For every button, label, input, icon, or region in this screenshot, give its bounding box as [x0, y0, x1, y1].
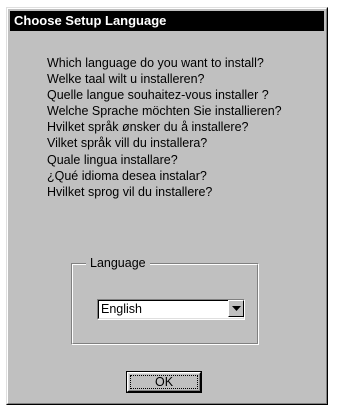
dropdown-button[interactable]	[228, 300, 244, 317]
question-line: Quelle langue souhaitez-vous installer ?	[47, 88, 269, 103]
setup-dialog: Choose Setup Language Which language do …	[6, 7, 328, 405]
question-line: Hvilket språk ønsker du å installere?	[47, 120, 249, 135]
selected-language: English	[101, 302, 142, 316]
question-line: ¿Qué idioma desea instalar?	[47, 168, 207, 183]
question-line: Hvilket sprog vil du installere?	[47, 184, 213, 199]
title-bar[interactable]: Choose Setup Language	[10, 11, 324, 31]
question-line: Welke taal wilt u installeren?	[47, 72, 205, 87]
window-title: Choose Setup Language	[14, 13, 167, 28]
ok-button[interactable]: OK	[126, 371, 202, 393]
question-line: Quale lingua installare?	[47, 152, 178, 167]
language-select[interactable]: English	[97, 299, 245, 320]
triangle-down-icon	[232, 306, 241, 311]
dialog-frame: Choose Setup Language Which language do …	[6, 7, 328, 405]
language-group-label: Language	[86, 255, 150, 271]
question-line: Which language do you want to install?	[47, 56, 264, 70]
ok-button-label: OK	[154, 375, 174, 389]
question-line: Vilket språk vill du installera?	[47, 136, 208, 151]
language-question-list: Which language do you want to install? W…	[47, 55, 282, 200]
question-line: Welche Sprache möchten Sie installieren?	[47, 104, 282, 119]
